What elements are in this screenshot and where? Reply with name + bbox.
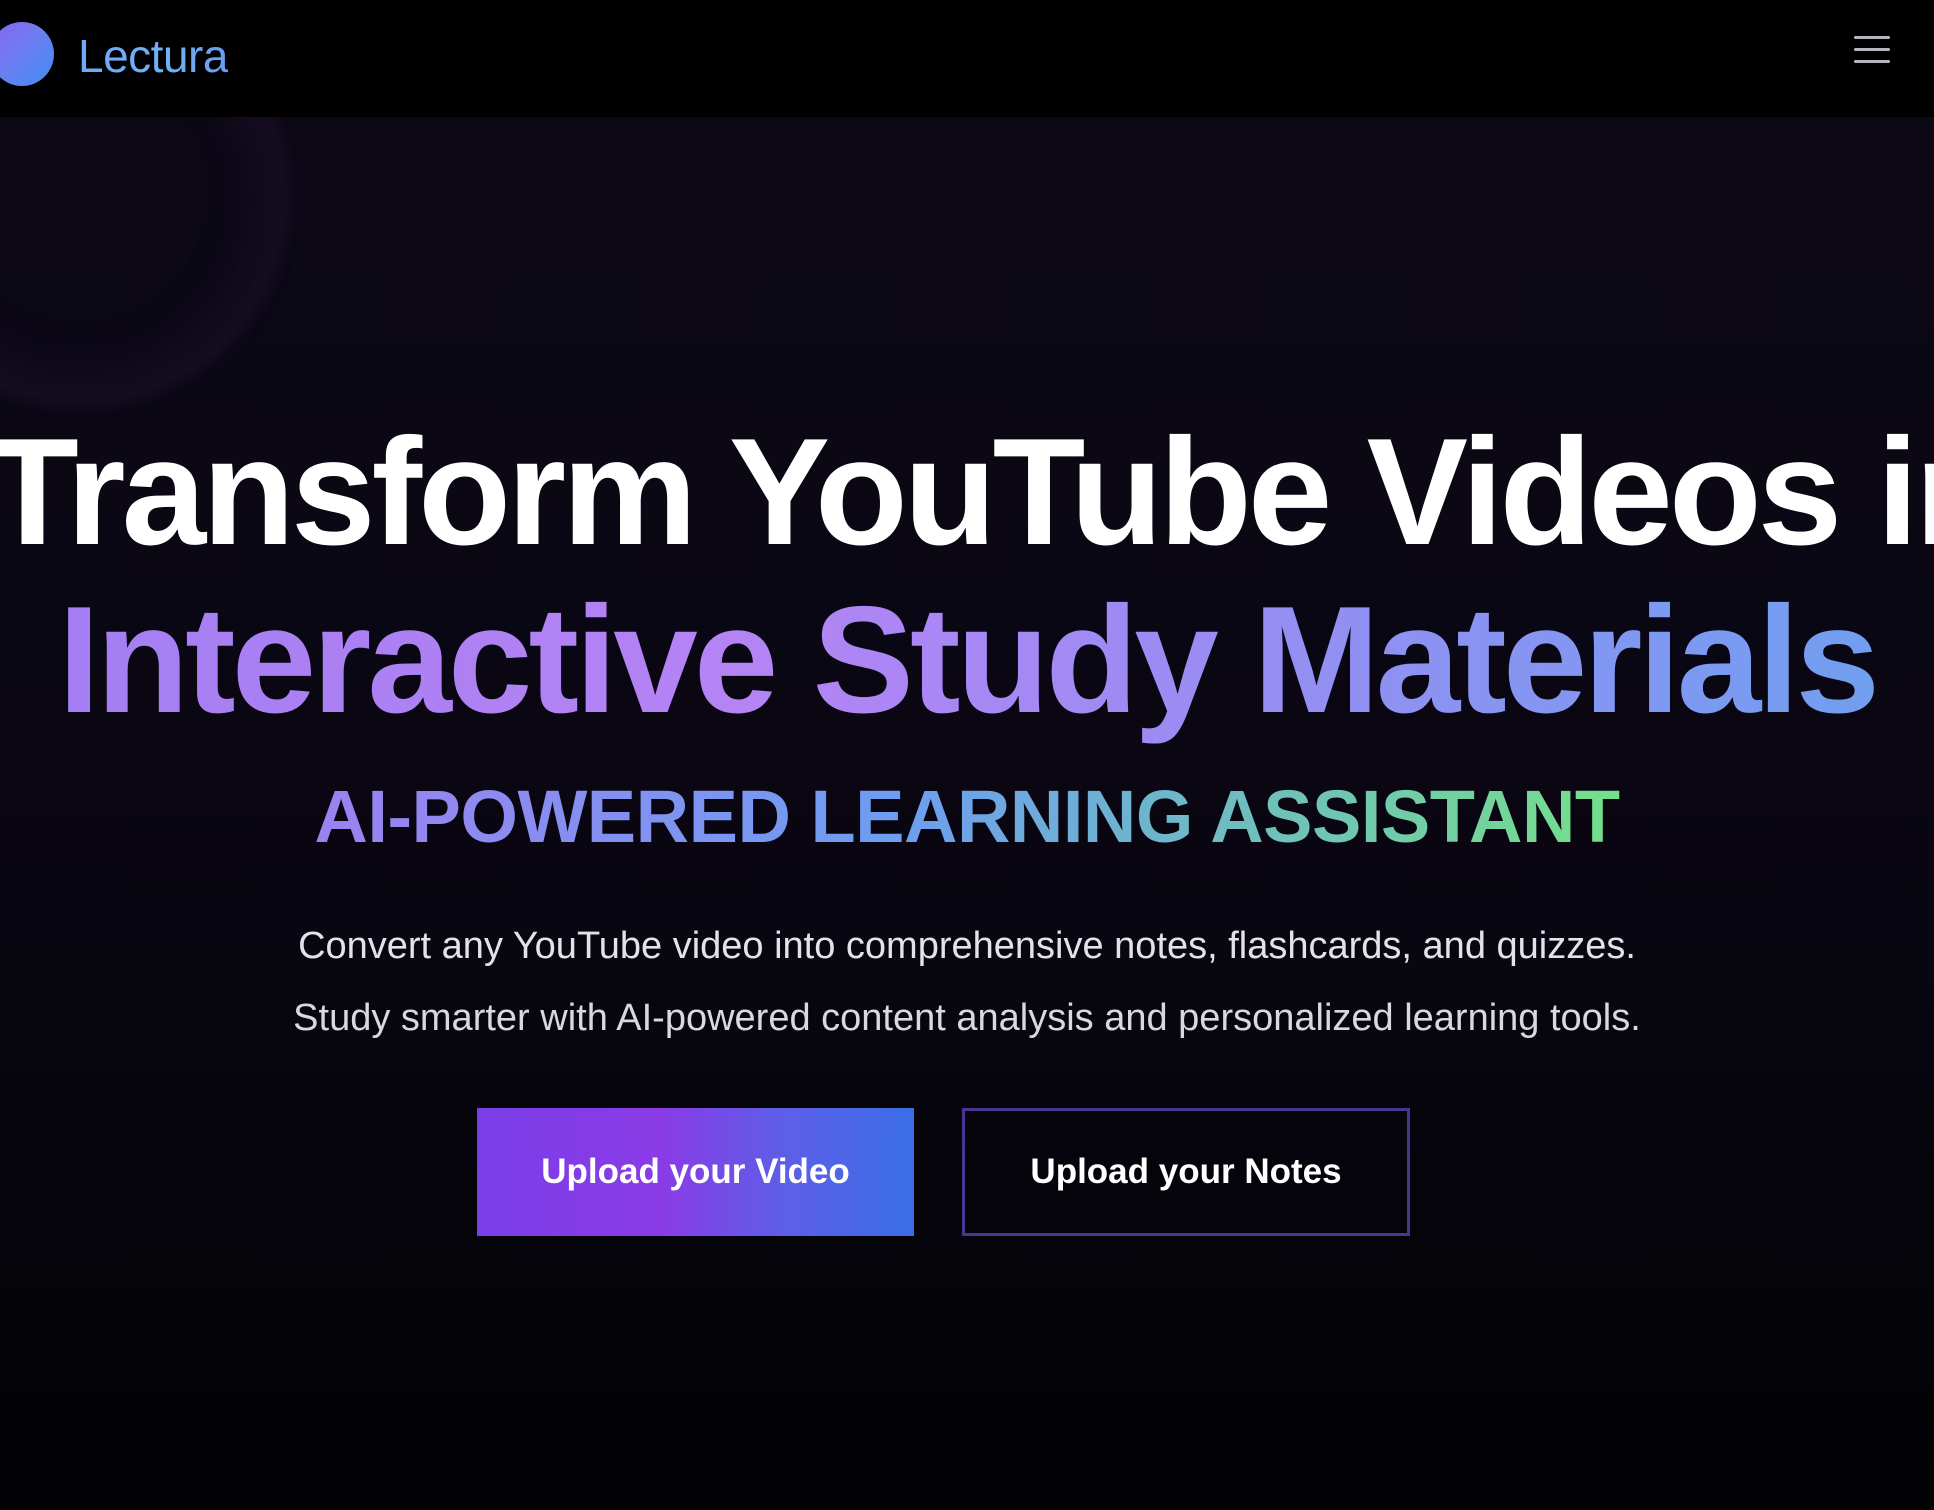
decorative-ring <box>0 117 290 407</box>
landing-page: Lectura Transform YouTube Videos into In… <box>0 0 1934 1510</box>
upload-video-button[interactable]: Upload your Video <box>477 1108 914 1236</box>
top-navbar: Lectura <box>0 0 1934 117</box>
upload-notes-button[interactable]: Upload your Notes <box>962 1108 1410 1236</box>
brand-name: Lectura <box>78 30 228 82</box>
hero-tagline: AI-POWERED LEARNING ASSISTANT <box>0 772 1934 862</box>
brand-logo-icon <box>0 22 54 86</box>
hero-description-line-2: Study smarter with AI-powered content an… <box>293 997 1641 1039</box>
hamburger-menu-icon[interactable] <box>1852 36 1892 70</box>
upload-video-label: Upload your Video <box>541 1152 850 1191</box>
headline-line-1: Transform YouTube Videos into <box>0 407 1934 577</box>
hero-headline: Transform YouTube Videos into Interactiv… <box>0 407 1934 745</box>
tagline-text: AI-POWERED LEARNING ASSISTANT <box>314 775 1620 858</box>
upload-notes-label: Upload your Notes <box>1030 1152 1342 1191</box>
hero-description-line-1: Convert any YouTube video into comprehen… <box>298 925 1636 967</box>
headline-line-2: Interactive Study Materials <box>0 575 1934 745</box>
hero-section: Transform YouTube Videos into Interactiv… <box>0 117 1934 1510</box>
